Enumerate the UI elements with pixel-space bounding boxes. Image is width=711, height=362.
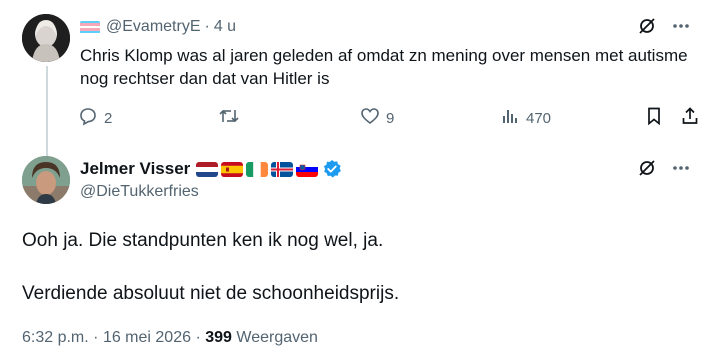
- verified-badge-icon[interactable]: [322, 159, 342, 179]
- heart-icon: [360, 106, 380, 130]
- slovenia-flag-icon: [296, 161, 319, 177]
- retweet-icon: [218, 106, 240, 130]
- grok-icon[interactable]: [637, 16, 657, 36]
- reply-text: Chris Klomp was al jaren geleden af omda…: [80, 46, 688, 88]
- post-top-actions: [637, 158, 691, 178]
- reply-header: @EvametryE · 4 u: [80, 16, 236, 38]
- post-time[interactable]: 6:32 p.m.: [22, 329, 89, 346]
- grok-icon[interactable]: [637, 158, 657, 178]
- avatar[interactable]: [22, 156, 70, 204]
- reply-handle[interactable]: @EvametryE: [106, 18, 200, 36]
- like-button[interactable]: 9: [360, 106, 394, 130]
- reply-action-bar: 2 9 470: [78, 106, 704, 130]
- share-button[interactable]: [680, 106, 700, 130]
- reply-time[interactable]: 4 u: [214, 18, 236, 36]
- retweet-button[interactable]: [218, 106, 246, 130]
- iceland-flag-icon: [271, 161, 294, 177]
- reply-top-actions: [637, 16, 691, 36]
- post-date[interactable]: 16 mei 2026: [103, 329, 191, 346]
- more-options-icon[interactable]: [671, 16, 691, 36]
- author-handle[interactable]: @DieTukkerfries: [80, 183, 342, 201]
- share-icon: [680, 106, 700, 130]
- post-text: Ooh ja. Die standpunten ken ik nog wel, …: [22, 228, 692, 307]
- reply-separator: ·: [204, 18, 210, 35]
- post-text-line: Ooh ja. Die standpunten ken ik nog wel, …: [22, 230, 384, 251]
- comment-icon: [78, 106, 98, 130]
- author-display-name[interactable]: Jelmer Visser: [80, 159, 190, 179]
- meta-separator: ·: [195, 329, 201, 346]
- bookmark-icon: [644, 106, 664, 130]
- reply-count: 2: [104, 109, 113, 127]
- bookmark-button[interactable]: [644, 106, 664, 130]
- transgender-flag-icon: [80, 20, 100, 34]
- post-author-header: Jelmer Visser @DieTukkerfries: [80, 158, 342, 201]
- thread-connector-line: [46, 66, 48, 156]
- more-options-icon[interactable]: [671, 158, 691, 178]
- avatar[interactable]: [22, 14, 70, 62]
- analytics-icon: [500, 106, 520, 130]
- reply-button[interactable]: 2: [78, 106, 112, 130]
- author-flags: [196, 161, 319, 177]
- views-count: 399: [205, 329, 232, 346]
- meta-separator: ·: [93, 329, 99, 346]
- views-count: 470: [526, 109, 552, 127]
- views-label: Weergaven: [236, 329, 318, 346]
- post-metadata: 6:32 p.m. · 16 mei 2026 · 399 Weergaven: [22, 329, 318, 347]
- netherlands-flag-icon: [196, 161, 219, 177]
- spain-flag-icon: [221, 161, 244, 177]
- views-button[interactable]: 470: [500, 106, 551, 130]
- ireland-flag-icon: [246, 161, 269, 177]
- post-text-line: Verdiende absoluut niet de schoonheidspr…: [22, 283, 400, 304]
- like-count: 9: [386, 109, 395, 127]
